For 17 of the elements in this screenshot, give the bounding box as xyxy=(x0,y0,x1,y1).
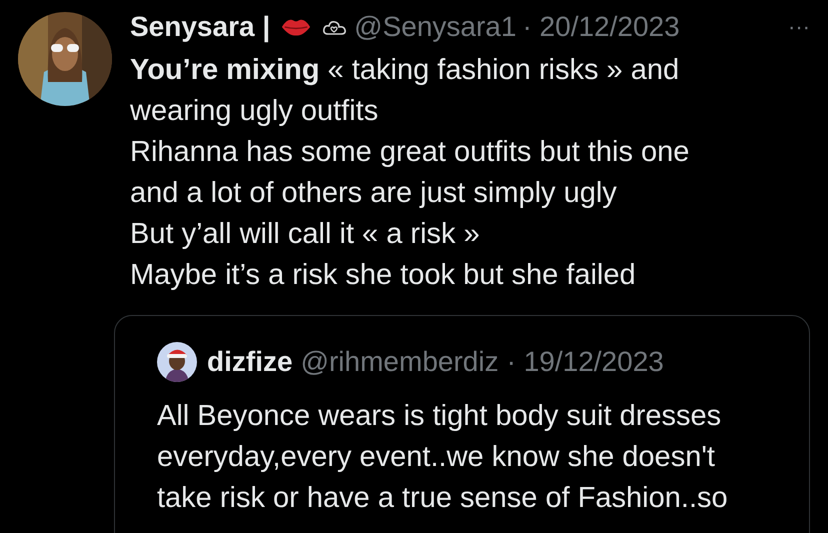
quoted-author-handle[interactable]: @rihmemberdiz xyxy=(300,346,499,378)
quoted-text-line: everyday,every event..we know she doesn't xyxy=(157,440,716,475)
post-text-line: Maybe it’s a risk she took but she failed xyxy=(130,258,637,293)
more-button[interactable]: ··· xyxy=(788,14,810,40)
post-date[interactable]: · 20/12/2023 xyxy=(522,11,680,43)
quoted-author-name[interactable]: dizfize xyxy=(207,346,293,378)
post-text-line: and a lot of others are just simply ugly xyxy=(130,176,618,211)
author-handle[interactable]: @Senysara1 xyxy=(354,11,516,43)
post-text-line: You’re mixing « taking fashion risks » and xyxy=(130,53,680,88)
post-text-line: Rihanna has some great outfits but this one xyxy=(130,135,690,170)
post-text-line: wearing ugly outfits xyxy=(130,94,380,129)
author-name[interactable]: Senysara | xyxy=(130,11,270,43)
quoted-post-card[interactable]: dizfize @rihmemberdiz · 19/12/2023 All Beyonce wears is tight body suit dresses everyday,every event..we know she doesn't take risk or have a true sense of Fashion..so xyxy=(114,315,810,533)
quoted-post-date[interactable]: · 19/12/2023 xyxy=(506,346,664,378)
post-text-line: But y’all will call it « a risk » xyxy=(130,217,481,252)
quoted-text-line: All Beyonce wears is tight body suit dresses xyxy=(157,399,722,434)
quoted-text-line: take risk or have a true sense of Fashion..so xyxy=(157,481,729,516)
